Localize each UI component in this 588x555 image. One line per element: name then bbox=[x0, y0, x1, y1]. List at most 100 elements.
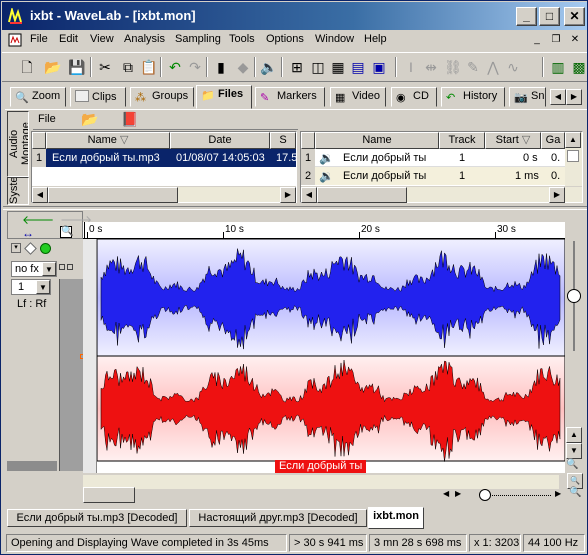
tab-zoom[interactable]: 🔍 Zoom bbox=[10, 87, 66, 107]
layout-1-icon[interactable]: ⊞ bbox=[286, 56, 308, 78]
eraser-icon[interactable]: ◆ bbox=[232, 56, 254, 78]
scroll-left-button[interactable]: ◀ bbox=[301, 187, 317, 203]
arrow-left-icon[interactable]: 🡐 bbox=[22, 212, 54, 227]
file-row[interactable]: Если добрый ты.mp3 01/08/07 14:05:03 17.… bbox=[46, 149, 296, 167]
scroll-down-button[interactable]: ▼ bbox=[566, 443, 582, 459]
envelope-tool-icon[interactable]: ⋀ bbox=[482, 56, 504, 78]
file-list-header-date[interactable]: Date bbox=[170, 132, 270, 149]
book-icon[interactable]: 📕 bbox=[121, 111, 138, 128]
layout-2-icon[interactable]: ◫ bbox=[307, 56, 329, 78]
time-ruler[interactable]: 0 s 10 s 20 s 30 s bbox=[83, 222, 565, 239]
redo-icon[interactable]: ↷ bbox=[184, 56, 206, 78]
scroll-up-button[interactable]: ▲ bbox=[566, 427, 582, 443]
clip-list-vscrollbar[interactable]: ▲ bbox=[565, 132, 582, 186]
open-folder-icon[interactable]: 📂 bbox=[42, 56, 64, 78]
speaker-icon[interactable]: 🔈 bbox=[258, 56, 280, 78]
menu-view[interactable]: View bbox=[90, 33, 114, 45]
tab-video[interactable]: ▦ Video bbox=[330, 87, 386, 107]
doc-tab-3[interactable]: ixbt.mon bbox=[368, 507, 424, 529]
track-menu-icon[interactable]: ▾ bbox=[11, 243, 21, 253]
scroll-right-button[interactable]: ▶ bbox=[549, 187, 565, 203]
expand-horizontal-icon[interactable]: ↔ bbox=[22, 226, 34, 240]
file-list-header-size[interactable]: S bbox=[270, 132, 296, 149]
pencil-tool-icon[interactable]: ✎ bbox=[462, 56, 484, 78]
zoom-icon[interactable]: 🔍 bbox=[566, 459, 578, 470]
menu-sampling[interactable]: Sampling bbox=[175, 33, 221, 45]
checkbox[interactable] bbox=[567, 150, 579, 162]
file-list-header-name[interactable]: Name ▽ bbox=[46, 132, 170, 149]
layout-4-icon[interactable]: ▤ bbox=[347, 56, 369, 78]
scroll-up-button[interactable]: ▲ bbox=[565, 132, 581, 148]
scroll-left-button[interactable]: ◀ bbox=[32, 187, 48, 203]
mdi-restore-icon[interactable]: ❐ bbox=[548, 33, 564, 47]
side-tab-audio-montage[interactable]: Audio Montage bbox=[7, 111, 29, 177]
tool-icon[interactable]: ▮ bbox=[210, 56, 232, 78]
paste-icon[interactable]: 📋 bbox=[138, 56, 160, 78]
layout-5-icon[interactable]: ▣ bbox=[368, 56, 390, 78]
zoom-icon[interactable]: 🔍 bbox=[569, 487, 581, 498]
new-file-icon[interactable]: 🗋 bbox=[16, 56, 38, 78]
tab-history[interactable]: ↶ History bbox=[441, 87, 505, 107]
menu-analysis[interactable]: Analysis bbox=[124, 33, 165, 45]
audio-clip[interactable] bbox=[97, 239, 565, 473]
browse-folder-icon[interactable]: 📂 bbox=[81, 111, 98, 128]
tab-clips[interactable]: Clips bbox=[70, 87, 126, 107]
menu-options[interactable]: Options bbox=[266, 33, 304, 45]
mdi-minimize-icon[interactable]: _ bbox=[529, 33, 545, 47]
cursor-tool-icon[interactable]: I bbox=[400, 56, 422, 78]
menu-file[interactable]: File bbox=[30, 33, 48, 45]
track-hscroll[interactable] bbox=[83, 475, 559, 489]
track-number-select[interactable]: 1 ▼ bbox=[11, 279, 51, 295]
close-button[interactable]: ✕ bbox=[564, 7, 585, 26]
layout-3-icon[interactable]: ▦ bbox=[327, 56, 349, 78]
vertical-zoom-thumb[interactable] bbox=[567, 289, 581, 303]
clip-list-header-name[interactable]: Name bbox=[315, 132, 439, 149]
tabs-scroll-left[interactable]: ◀ bbox=[550, 89, 566, 105]
select-tool-icon[interactable]: ⇹ bbox=[420, 56, 442, 78]
mdi-close-icon[interactable]: ✕ bbox=[567, 33, 583, 47]
scroll-right-icon[interactable]: ▶ bbox=[455, 489, 461, 498]
clip-list-scrollbar[interactable]: ◀ ▶ bbox=[301, 186, 582, 203]
scroll-thumb[interactable] bbox=[317, 187, 407, 203]
doc-tab-1[interactable]: Если добрый ты.mp3 [Decoded] bbox=[7, 509, 187, 527]
cut-icon[interactable]: ✂ bbox=[94, 56, 116, 78]
menu-window[interactable]: Window bbox=[315, 33, 354, 45]
clip-name-label[interactable]: Если добрый ты bbox=[275, 460, 367, 473]
tab-files[interactable]: 📁 Files bbox=[196, 85, 252, 109]
clip-list-header-gain[interactable]: Ga bbox=[541, 132, 565, 149]
file-panel-menu-file[interactable]: File bbox=[38, 113, 56, 125]
save-icon[interactable]: 💾 bbox=[66, 56, 88, 78]
menu-help[interactable]: Help bbox=[364, 33, 387, 45]
montage-track[interactable]: Если добрый ты bbox=[83, 239, 565, 473]
scroll-right-icon[interactable]: ▶ bbox=[555, 489, 561, 498]
tab-cd[interactable]: ◉ CD bbox=[391, 87, 437, 107]
clip-row[interactable]: 1 🔉 Если добрый ты 1 0 s 0. bbox=[301, 149, 565, 167]
hscroll-thumb[interactable] bbox=[83, 487, 135, 503]
fx-select[interactable]: no fx ▼ bbox=[11, 261, 57, 277]
scroll-left-icon[interactable]: ◀ bbox=[443, 489, 449, 498]
tabs-scroll-right[interactable]: ▶ bbox=[566, 89, 582, 105]
meter-icon[interactable]: ▥ bbox=[547, 56, 569, 78]
track-active-icon[interactable] bbox=[40, 243, 51, 254]
link-tool-icon[interactable]: ⛓ bbox=[442, 56, 464, 78]
file-list-scrollbar[interactable]: ◀ ▶ bbox=[32, 186, 296, 203]
title-bar[interactable]: ixbt - WaveLab - [ixbt.mon] _ □ ✕ bbox=[2, 2, 587, 30]
horizontal-zoom-thumb[interactable] bbox=[479, 489, 491, 501]
diamond-icon[interactable] bbox=[24, 242, 37, 255]
scroll-right-button[interactable]: ▶ bbox=[280, 187, 296, 203]
clip-row[interactable]: 2 🔉 Если добрый ты 1 1 ms 0. bbox=[301, 167, 565, 185]
tab-snapshots[interactable]: 📷 Sn bbox=[509, 87, 546, 107]
doc-tab-2[interactable]: Настоящий друг.mp3 [Decoded] bbox=[189, 509, 367, 527]
spectrum-icon[interactable]: ▩ bbox=[568, 56, 588, 78]
copy-icon[interactable]: ⧉ bbox=[117, 56, 139, 78]
clip-list-header-start[interactable]: Start ▽ bbox=[485, 132, 541, 149]
tab-groups[interactable]: ⁂ Groups bbox=[130, 87, 194, 107]
clip-list-header-track[interactable]: Track bbox=[439, 132, 485, 149]
menu-tools[interactable]: Tools bbox=[229, 33, 255, 45]
minimize-button[interactable]: _ bbox=[516, 7, 537, 26]
menu-edit[interactable]: Edit bbox=[59, 33, 78, 45]
curve-tool-icon[interactable]: ∿ bbox=[502, 56, 524, 78]
side-tab-system[interactable]: Syste bbox=[7, 177, 29, 205]
tab-markers[interactable]: ✎ Markers bbox=[255, 87, 325, 107]
zoom-icon[interactable]: 🔍 bbox=[60, 226, 73, 238]
